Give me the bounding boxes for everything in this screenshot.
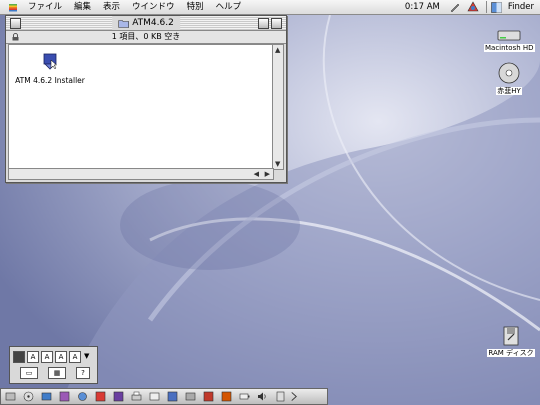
location-icon[interactable] [95, 391, 106, 402]
collapse-box-icon[interactable] [271, 18, 282, 29]
folder-icon [118, 19, 129, 28]
file-sharing-icon[interactable] [59, 391, 70, 402]
file-item[interactable]: ATM 4.6.2 Installer [15, 51, 85, 85]
desktop-icon-label[interactable]: RAM ディスク [487, 349, 535, 357]
palette-monitor-button[interactable]: ▭ [20, 367, 38, 379]
finder-icon [491, 1, 502, 13]
palette-font-button[interactable]: A [41, 351, 53, 363]
menu-separator [485, 1, 487, 13]
menu-edit[interactable]: 編集 [68, 0, 97, 14]
palette-font-button[interactable]: A [27, 351, 39, 363]
window-title-bar[interactable]: ATM4.6.2 [6, 16, 286, 31]
scroll-down-arrow[interactable]: ▼ [275, 159, 280, 169]
control-strip-module[interactable] [145, 390, 163, 403]
color-depth-icon[interactable] [41, 391, 52, 402]
sound-volume-icon[interactable] [257, 391, 268, 402]
resolution-icon[interactable] [185, 391, 196, 402]
horizontal-scrollbar[interactable]: ◀ ▶ [8, 168, 274, 180]
application-switch-icon[interactable] [467, 1, 479, 13]
appletalk-icon[interactable] [5, 391, 16, 402]
palette-help-button[interactable]: ? [76, 367, 90, 379]
battery-icon[interactable] [239, 391, 250, 402]
scroll-up-arrow[interactable]: ▲ [275, 45, 280, 55]
menu-file[interactable]: ファイル [22, 0, 68, 14]
control-strip-module[interactable] [109, 390, 127, 403]
remote-access-icon[interactable] [149, 391, 160, 402]
keychain-icon[interactable] [77, 391, 88, 402]
hard-disk-icon[interactable] [497, 28, 521, 42]
control-strip-module[interactable] [73, 390, 91, 403]
menu-view[interactable]: 表示 [97, 0, 126, 14]
control-strip-module[interactable] [37, 390, 55, 403]
finder-window[interactable]: ATM4.6.2 1 項目、0 KB 空き ATM 4.6.2 Installe… [5, 15, 287, 183]
control-strip-module[interactable] [1, 390, 19, 403]
menu-special[interactable]: 特別 [181, 0, 210, 14]
control-strip-module[interactable] [235, 390, 253, 403]
desktop-icon-macintosh-hd[interactable]: Macintosh HD [484, 28, 535, 52]
desktop-icon-label[interactable]: 赤韮HY [496, 87, 522, 95]
palette-color-button[interactable] [13, 351, 25, 363]
palette-font-button[interactable]: A [69, 351, 81, 363]
palette-font-button[interactable]: A [55, 351, 67, 363]
control-strip-module[interactable] [91, 390, 109, 403]
apple-menu-icon[interactable] [8, 2, 18, 12]
pencil-icon[interactable] [449, 1, 461, 13]
control-strip [0, 388, 328, 405]
lock-icon [12, 33, 19, 41]
printer-icon[interactable] [131, 391, 142, 402]
scroll-left-arrow[interactable]: ◀ [254, 169, 259, 179]
font-palette-panel: A A A A ▼ ▭ ▦ ? [9, 346, 98, 384]
monitor-icon[interactable] [113, 391, 124, 402]
control-strip-module[interactable] [163, 390, 181, 403]
control-strip-end-icon[interactable] [275, 391, 286, 402]
ram-disk-icon[interactable] [502, 326, 520, 346]
window-info-bar: 1 項目、0 KB 空き [6, 31, 286, 44]
control-strip-module[interactable] [271, 390, 289, 403]
control-strip-tab[interactable] [289, 390, 299, 403]
menu-window[interactable]: ウインドウ [126, 0, 181, 14]
cd-icon[interactable] [23, 391, 34, 402]
control-strip-module[interactable] [181, 390, 199, 403]
vertical-scrollbar[interactable]: ▲ ▼ [272, 44, 284, 170]
file-label[interactable]: ATM 4.6.2 Installer [15, 76, 85, 85]
zoom-box-icon[interactable] [258, 18, 269, 29]
chevron-right-icon[interactable] [289, 391, 299, 402]
control-strip-module[interactable] [217, 390, 235, 403]
menu-bar: ファイル 編集 表示 ウインドウ 特別 ヘルプ 0:17 AM Finder [0, 0, 540, 15]
cd-disc-icon[interactable] [498, 62, 520, 84]
desktop-icon-ram-disk[interactable]: RAM ディスク [484, 326, 538, 358]
installer-icon[interactable] [40, 51, 60, 71]
scroll-right-arrow[interactable]: ▶ [265, 169, 270, 179]
speakable-items-icon[interactable] [167, 391, 178, 402]
desktop-icon-label[interactable]: Macintosh HD [484, 44, 535, 52]
control-strip-module[interactable] [253, 390, 271, 403]
palette-dropdown-icon[interactable]: ▼ [84, 352, 89, 360]
window-info-text: 1 項目、0 KB 空き [111, 32, 181, 41]
sound-source-icon[interactable] [203, 391, 214, 402]
desktop-icon-disc[interactable]: 赤韮HY [488, 62, 530, 96]
window-title-text: ATM4.6.2 [132, 18, 174, 28]
control-strip-module[interactable] [127, 390, 145, 403]
menu-help[interactable]: ヘルプ [210, 0, 248, 14]
menu-app-finder[interactable]: Finder [502, 0, 540, 14]
control-strip-module[interactable] [199, 390, 217, 403]
close-box-icon[interactable] [10, 18, 21, 29]
window-title: ATM4.6.2 [112, 16, 180, 30]
control-strip-module[interactable] [55, 390, 73, 403]
control-strip-module[interactable] [19, 390, 37, 403]
web-sharing-icon[interactable] [221, 391, 232, 402]
palette-picture-button[interactable]: ▦ [48, 367, 66, 379]
menu-clock[interactable]: 0:17 AM [399, 0, 446, 14]
window-content: ATM 4.6.2 Installer [8, 44, 274, 170]
